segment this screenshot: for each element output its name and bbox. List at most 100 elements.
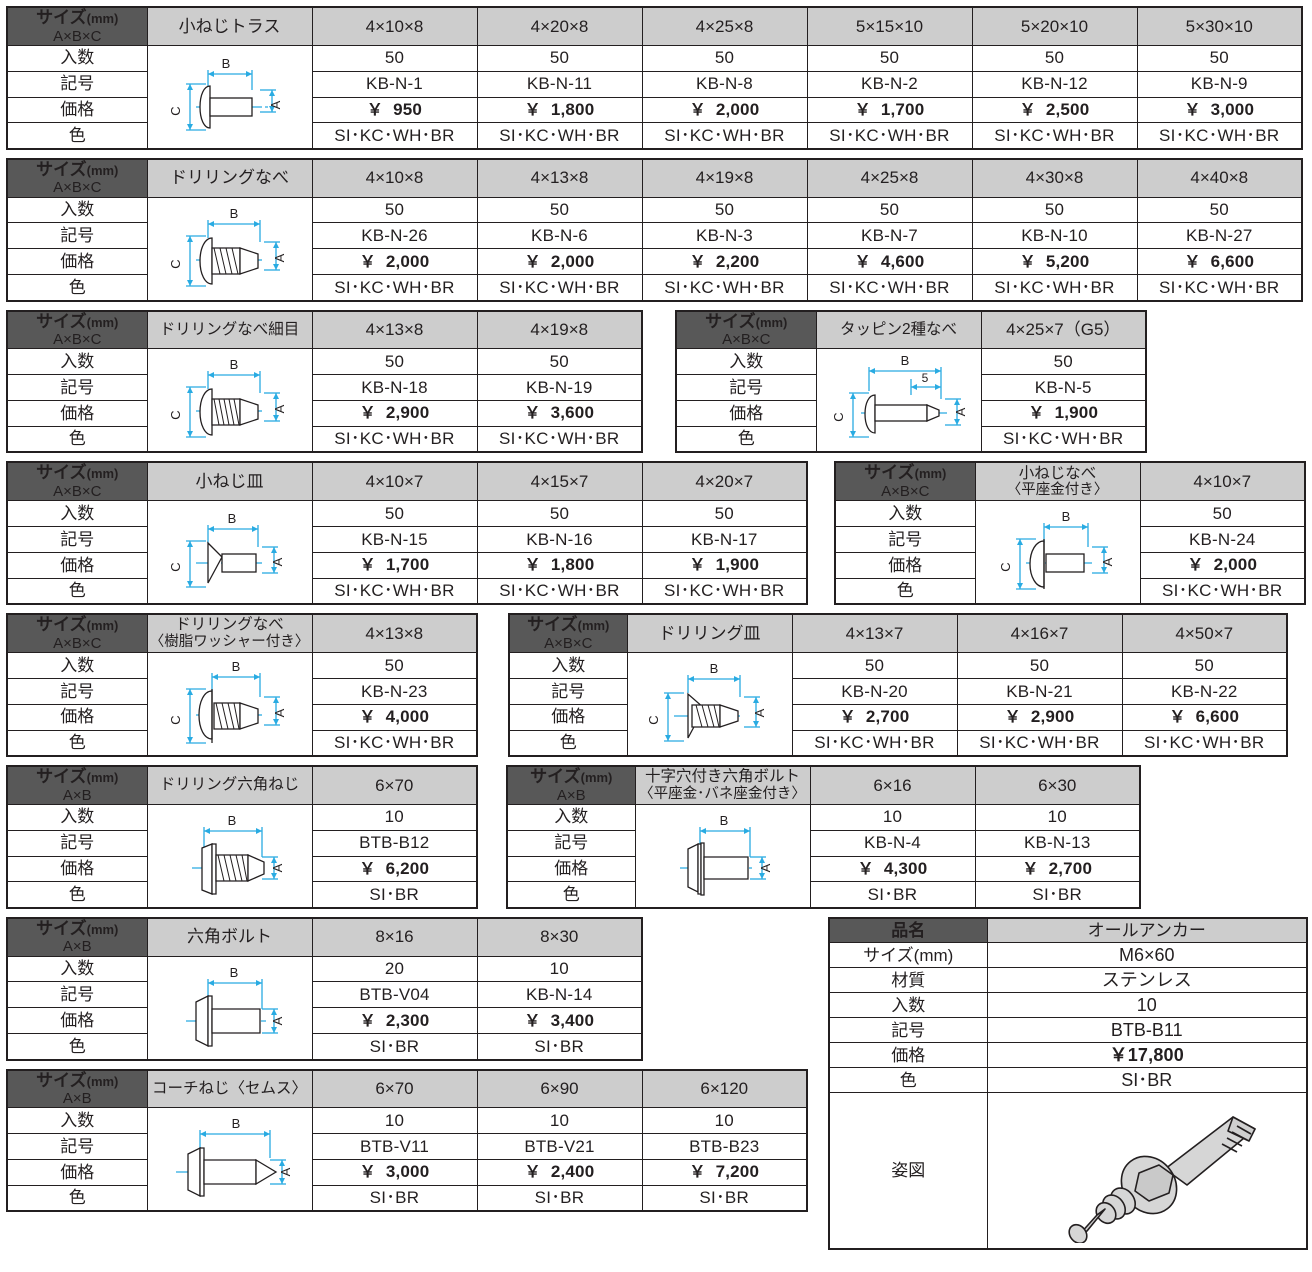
symbol-0: KB-N-20	[791, 677, 958, 705]
symbol-0: KB-N-15	[311, 526, 478, 553]
size-header-cell: サイズ(mm) A×B×C	[6, 613, 148, 653]
color-2: SI･KC･WH･BR	[641, 122, 808, 150]
anchor-header-label: 品名	[828, 917, 988, 944]
symbol-0: KB-N-1	[311, 70, 478, 98]
anchor-row-value-price: ￥17,800	[986, 1042, 1308, 1069]
size-header-main: サイズ(mm)	[864, 463, 947, 483]
color-3: SI･KC･WH･BR	[806, 122, 973, 150]
dim-label-c: C	[646, 715, 661, 724]
price-2: ￥ 2,000	[641, 96, 808, 124]
product-name-cell: ドリリング皿	[626, 613, 793, 653]
symbol-3: KB-N-7	[806, 222, 973, 250]
price-4: ￥ 5,200	[971, 248, 1138, 276]
yen-sign: ￥	[1004, 708, 1021, 726]
quantity-2: 50	[641, 500, 808, 528]
table-row: 記号 KB-N-15 KB-N-16 KB-N-17	[6, 526, 808, 553]
table-row: 記号 BTB-V04 KB-N-14	[6, 981, 643, 1009]
symbol-0: BTB-V04	[311, 981, 478, 1009]
price-1: ￥ 1,800	[476, 96, 643, 124]
row-label-price: 価格	[6, 703, 148, 731]
size-col-0: 6×70	[311, 765, 478, 805]
size-col-1: 6×30	[974, 765, 1141, 805]
color-2: SI･KC･WH･BR	[641, 274, 808, 302]
figure-drilling-hex: B A	[146, 803, 313, 909]
size-header-main: サイズ(mm)	[530, 766, 613, 786]
table-row: サイズ(mm) A×B×C 小ねじなべ 〈平座金付き〉 4×10×7	[834, 461, 1306, 502]
table-row: 入数	[506, 803, 1141, 909]
anchor-row-value-material: ステンレス	[986, 967, 1308, 994]
figure-drilling-pan: B A C	[146, 196, 313, 302]
symbol-2: KB-N-3	[641, 222, 808, 250]
yen-sign: ￥	[359, 557, 376, 575]
product-name-cell: ドリリングなべ	[146, 158, 313, 198]
table-row: サイズ(mm) A×B×C 小ねじトラス 4×10×8 4×20×8 4×25×…	[6, 6, 1303, 46]
table-row: 入数	[6, 196, 1303, 302]
size-header-cell: サイズ(mm) A×B×C	[6, 6, 148, 46]
table-row: 材質 ステンレス	[828, 967, 1308, 994]
row-label-symbol: 記号	[6, 981, 148, 1009]
quantity-1: 10	[974, 803, 1141, 831]
coach-screw-icon: B A	[175, 1116, 293, 1198]
price-0: ￥ 6,200	[311, 855, 478, 883]
row-label-symbol: 記号	[6, 829, 148, 857]
color-1: SI･BR	[476, 1185, 643, 1212]
symbol-1: BTB-V21	[476, 1133, 643, 1161]
quantity-3: 50	[806, 44, 973, 72]
yen-sign: ￥	[689, 101, 706, 119]
table-row: 入数 10	[828, 992, 1308, 1019]
product-name-cell: ドリリング六角ねじ	[146, 765, 313, 805]
pan-washer-icon: B A C	[998, 509, 1115, 590]
color-5: SI･KC･WH･BR	[1136, 274, 1303, 302]
price-3: ￥ 1,700	[806, 96, 973, 124]
row-label-color: 色	[834, 577, 976, 605]
table-kone-ji-torus: サイズ(mm) A×B×C 小ねじトラス 4×10×8 4×20×8 4×25×…	[6, 6, 1303, 150]
price-0: ￥ 4,000	[311, 703, 478, 731]
size-header-sub: A×B	[556, 786, 586, 804]
table-row: 価格 ￥ 4,300 ￥ 2,700	[506, 855, 1141, 883]
quantity-0: 20	[311, 955, 478, 983]
price-0: ￥ 1,700	[311, 551, 478, 579]
product-name-cell: 小ねじ皿	[146, 461, 313, 502]
price-3: ￥ 4,600	[806, 248, 973, 276]
row-label-color: 色	[506, 881, 636, 909]
size-header-sub: A×B×C	[53, 179, 102, 197]
quantity-0: 50	[311, 500, 478, 528]
size-header-cell: サイズ(mm) A×B×C	[675, 310, 817, 350]
price-1: ￥ 2,700	[974, 855, 1141, 883]
symbol-1: KB-N-11	[476, 70, 643, 98]
product-name-cell: 小ねじなべ 〈平座金付き〉	[974, 461, 1141, 502]
quantity-5: 50	[1136, 44, 1303, 72]
product-name-line1: 十字穴付き六角ボルト	[644, 768, 800, 786]
size-header-main: サイズ(mm)	[705, 311, 788, 331]
row-label-symbol: 記号	[506, 829, 636, 857]
dim-label-a: A	[270, 863, 285, 872]
block-row-6: サイズ(mm) A×B ドリリング六角ねじ 6×70 入数 B A 10 記号 …	[6, 764, 1312, 909]
bottom-section: サイズ(mm) A×B 六角ボルト 8×16 8×30 入数 B A 20 10…	[6, 916, 1312, 1250]
color-1: SI･KC･WH･BR	[476, 426, 643, 453]
size-header-cell: サイズ(mm) A×B	[6, 917, 148, 957]
size-col-2: 4×25×8	[641, 6, 808, 46]
anchor-row-value-color: SI･BR	[986, 1067, 1308, 1094]
yen-sign: ￥	[839, 708, 856, 726]
price-2: ￥ 1,900	[641, 551, 808, 579]
yen-sign: ￥	[1169, 708, 1186, 726]
product-spec-sheet: サイズ(mm) A×B×C 小ねじトラス 4×10×8 4×20×8 4×25×…	[0, 0, 1312, 1272]
table-row: 記号 BTB-V11 BTB-V21 BTB-B23	[6, 1133, 808, 1161]
table-cross-hex-bolt: サイズ(mm) A×B 十字穴付き六角ボルト 〈平座金･バネ座金付き〉 6×16…	[506, 764, 1141, 909]
size-col-4: 5×20×10	[971, 6, 1138, 46]
size-header-main: サイズ(mm)	[36, 918, 119, 938]
color-0: SI･KC･WH･BR	[311, 426, 478, 453]
row-label-quantity: 入数	[675, 348, 817, 376]
table-row: サイズ(mm) A×B 六角ボルト 8×16 8×30	[6, 917, 643, 957]
block-row-3: サイズ(mm) A×B×C ドリリングなべ細目 4×13×8 4×19×8 入数	[6, 309, 1312, 454]
symbol-0: BTB-B12	[311, 829, 478, 857]
figure-drilling-pan-fine: B A C	[146, 348, 313, 453]
table-row: 価格 ￥ 2,900 ￥ 3,600	[6, 400, 643, 428]
row-label-price: 価格	[675, 400, 817, 428]
size-header-cell: サイズ(mm) A×B	[506, 765, 636, 805]
table-row: サイズ(mm) A×B×C タッピン2種なべ 4×25×7（G5）	[675, 310, 1147, 350]
quantity-0: 50	[311, 44, 478, 72]
color-0: SI･BR	[311, 1185, 478, 1212]
quantity-0: 10	[311, 1107, 478, 1135]
quantity-2: 50	[641, 44, 808, 72]
